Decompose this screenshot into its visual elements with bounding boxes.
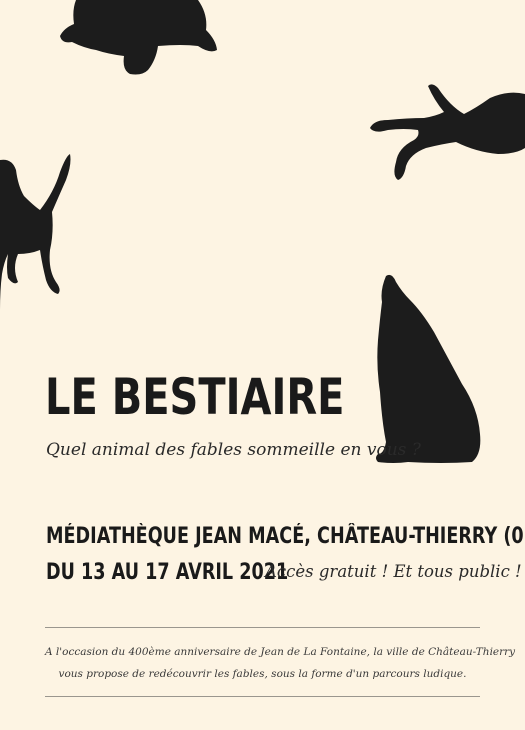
cat-illustration [368,82,525,182]
note-line-2: vous propose de redécouvrir les fables, … [58,668,467,680]
divider-top [45,627,480,628]
anniversary-note: A l'occasion du 400ème anniversaire de J… [45,641,516,685]
dates-text: DU 13 AU 17 AVRIL 2021 [46,560,289,585]
dog-illustration [0,150,74,310]
access-text: Accès gratuit ! Et tous public ! [265,562,522,581]
poster-subtitle: Quel animal des fables sommeille en vous… [46,440,421,460]
divider-bottom [45,696,480,697]
poster-title: LE BESTIAIRE [45,368,345,426]
tortoise-illustration [58,0,220,78]
wolf-illustration [372,272,482,464]
venue-text: MÉDIATHÈQUE JEAN MACÉ, CHÂTEAU-THIERRY (… [46,524,525,549]
note-line-1: A l'occasion du 400ème anniversaire de J… [45,646,516,658]
